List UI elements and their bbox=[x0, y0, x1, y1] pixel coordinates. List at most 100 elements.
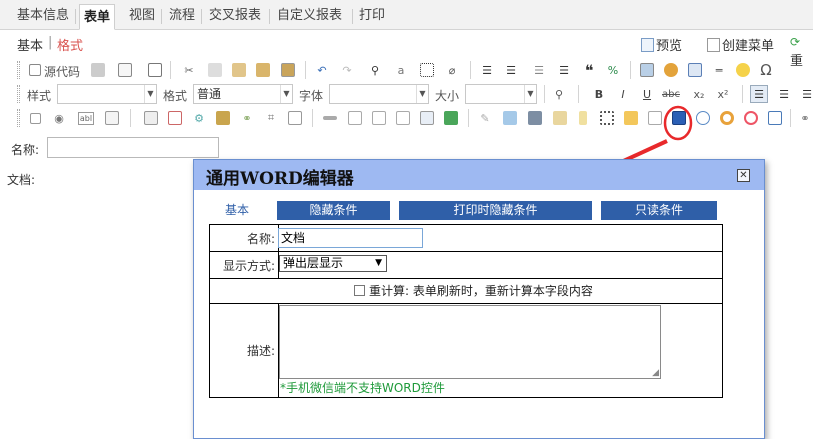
bank-control-icon[interactable] bbox=[214, 109, 232, 127]
create-menu-button[interactable]: 创建菜单 bbox=[707, 35, 774, 54]
editor-toolbar-row-1: 源代码 ✂ ↶ ↷ ⚲ a ⌀ ☰ ☰ ☰ ☰ ❝ % ═ Ω bbox=[0, 58, 813, 82]
select-all-icon[interactable] bbox=[418, 61, 436, 79]
dialog-tab-basic[interactable]: 基本 bbox=[207, 201, 267, 220]
eraser-icon[interactable]: ⌀ bbox=[443, 61, 461, 79]
copy-icon[interactable] bbox=[206, 61, 224, 79]
dialog-title-bar[interactable]: 通用WORD编辑器 ✕ bbox=[194, 160, 764, 190]
horizontal-line-icon[interactable]: ═ bbox=[710, 61, 728, 79]
pen-control-icon[interactable]: ✎ bbox=[476, 109, 494, 127]
basic-link[interactable]: 基本 bbox=[17, 35, 43, 54]
font-select[interactable]: ▼ bbox=[329, 84, 429, 104]
italic-button[interactable]: I bbox=[614, 85, 632, 103]
save-icon[interactable] bbox=[89, 61, 107, 79]
camera-control-icon[interactable] bbox=[526, 109, 544, 127]
date-control-icon[interactable] bbox=[166, 109, 184, 127]
word-control-icon[interactable] bbox=[670, 109, 688, 127]
textarea-control-icon[interactable] bbox=[103, 109, 121, 127]
size-select[interactable]: ▼ bbox=[465, 84, 537, 104]
cut-icon[interactable]: ✂ bbox=[180, 61, 198, 79]
tab-cross-report[interactable]: 交叉报表 bbox=[205, 5, 265, 27]
indent-icon[interactable]: ☰ bbox=[555, 61, 573, 79]
map-control-icon[interactable] bbox=[551, 109, 569, 127]
find-icon[interactable]: ⚲ bbox=[366, 61, 384, 79]
upload-control-icon[interactable] bbox=[346, 109, 364, 127]
checkbox-control-icon[interactable] bbox=[26, 109, 44, 127]
maximize-icon[interactable]: ⚲ bbox=[550, 85, 568, 103]
tab-print[interactable]: 打印 bbox=[355, 5, 389, 27]
div-container-icon[interactable]: % bbox=[604, 61, 622, 79]
paste-word-icon[interactable] bbox=[279, 61, 297, 79]
image-control-icon[interactable] bbox=[418, 109, 436, 127]
qrcode-control-icon[interactable] bbox=[598, 109, 616, 127]
paste-icon[interactable] bbox=[230, 61, 248, 79]
dialog-tab-print-hide-condition[interactable]: 打印时隐藏条件 bbox=[399, 201, 592, 220]
table-icon[interactable] bbox=[686, 61, 704, 79]
form-name-input[interactable] bbox=[47, 137, 219, 158]
underline-button[interactable]: U bbox=[638, 85, 656, 103]
subscript-button[interactable]: x₂ bbox=[690, 85, 708, 103]
tab-custom-report[interactable]: 自定义报表 bbox=[273, 5, 346, 27]
tab-basic-info[interactable]: 基本信息 bbox=[13, 5, 73, 27]
dept-control-icon[interactable] bbox=[394, 109, 412, 127]
outdent-icon[interactable]: ☰ bbox=[530, 61, 548, 79]
tab-flow[interactable]: 流程 bbox=[165, 5, 199, 27]
description-textarea[interactable]: ◢ bbox=[279, 305, 661, 379]
grid-control-icon[interactable] bbox=[442, 109, 460, 127]
sign-control-icon[interactable] bbox=[646, 109, 664, 127]
format-link[interactable]: 格式 bbox=[57, 35, 83, 54]
name-input[interactable]: 文档 bbox=[278, 228, 423, 248]
blockquote-icon[interactable]: ❝ bbox=[580, 61, 598, 80]
color-control-icon[interactable] bbox=[718, 109, 736, 127]
superscript-button[interactable]: x² bbox=[714, 85, 732, 103]
smiley-icon[interactable] bbox=[734, 61, 752, 79]
display-mode-select[interactable]: 弹出层显示 ▼ bbox=[279, 255, 387, 272]
flash-icon[interactable] bbox=[662, 61, 680, 79]
clear-control-icon[interactable] bbox=[742, 109, 760, 127]
tab-form[interactable]: 表单 bbox=[79, 4, 116, 30]
doc-control-icon[interactable] bbox=[766, 109, 784, 127]
image-icon[interactable] bbox=[638, 61, 656, 79]
toolbar-separator bbox=[742, 85, 743, 103]
textfield-control-icon[interactable]: abl bbox=[78, 112, 94, 125]
dialog-tab-readonly-condition[interactable]: 只读条件 bbox=[601, 201, 717, 220]
hr-control-icon[interactable] bbox=[321, 109, 339, 127]
tab-view[interactable]: 视图 bbox=[125, 5, 159, 27]
link-control-icon[interactable]: ⚭ bbox=[238, 109, 256, 127]
paste-text-icon[interactable] bbox=[254, 61, 272, 79]
compute-control-icon[interactable]: ⌗ bbox=[262, 109, 280, 127]
dialog-tab-hide-condition[interactable]: 隐藏条件 bbox=[277, 201, 390, 220]
toolbar-separator bbox=[790, 109, 791, 127]
toolbar-separator bbox=[578, 85, 579, 103]
sub-form-icon[interactable] bbox=[286, 109, 304, 127]
format-select[interactable]: 普通 ▼ bbox=[193, 84, 293, 104]
source-button[interactable]: 源代码 bbox=[44, 63, 80, 80]
strikethrough-button[interactable]: abc bbox=[662, 85, 680, 103]
photo-control-icon[interactable] bbox=[501, 109, 519, 127]
redo-icon[interactable]: ↷ bbox=[338, 61, 356, 79]
align-center-icon[interactable]: ☰ bbox=[775, 85, 793, 103]
link-icon[interactable]: ⚭ bbox=[796, 109, 813, 127]
recalc-checkbox[interactable] bbox=[354, 285, 365, 296]
close-button[interactable]: ✕ bbox=[737, 169, 750, 182]
undo-icon[interactable]: ↶ bbox=[313, 61, 331, 79]
excel-control-icon[interactable] bbox=[694, 109, 712, 127]
replace-icon[interactable]: a bbox=[392, 61, 410, 79]
special-char-icon[interactable]: Ω bbox=[757, 61, 775, 79]
display-mode-value: 弹出层显示 bbox=[283, 256, 344, 270]
list-control-icon[interactable] bbox=[142, 109, 160, 127]
macro-control-icon[interactable]: ⚙ bbox=[190, 109, 208, 127]
style-select[interactable]: ▼ bbox=[57, 84, 157, 104]
preview-page-icon[interactable] bbox=[116, 61, 134, 79]
resize-handle-icon[interactable]: ◢ bbox=[652, 368, 659, 378]
align-left-icon[interactable]: ☰ bbox=[750, 85, 768, 103]
radio-control-icon[interactable]: ◉ bbox=[50, 109, 68, 127]
progress-control-icon[interactable] bbox=[622, 109, 640, 127]
align-right-icon[interactable]: ☰ bbox=[798, 85, 813, 103]
file-control-icon[interactable] bbox=[370, 109, 388, 127]
numbered-list-icon[interactable]: ☰ bbox=[478, 61, 496, 79]
preview-button[interactable]: 预览 bbox=[641, 35, 682, 54]
bullet-list-icon[interactable]: ☰ bbox=[502, 61, 520, 79]
template-icon[interactable] bbox=[146, 61, 164, 79]
mic-control-icon[interactable] bbox=[574, 109, 592, 127]
bold-button[interactable]: B bbox=[590, 85, 608, 103]
